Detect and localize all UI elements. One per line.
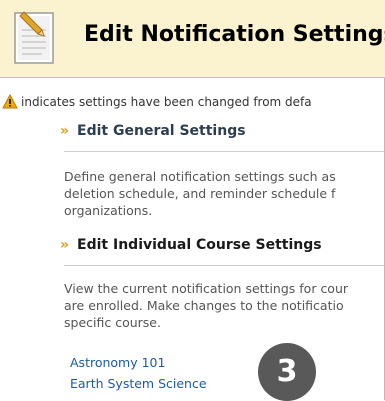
document-icon [14,11,54,64]
description-line: specific course. [64,315,161,330]
section-divider [64,151,385,152]
chevron-right-icon: » [60,123,70,139]
description-line: deletion schedule, and reminder schedule… [64,186,336,201]
course-link-astronomy-101[interactable]: Astronomy 101 [70,355,165,370]
general-settings-description: Define general notification settings suc… [64,168,385,219]
edit-general-settings-label: Edit General Settings [77,123,246,139]
individual-settings-description: View the current notification settings f… [64,280,385,331]
page-header: Edit Notification Settings [0,0,385,78]
course-link-earth-system-science[interactable]: Earth System Science [70,376,207,391]
edit-individual-course-settings-label: Edit Individual Course Settings [77,237,322,253]
step-number-badge: 3 [258,343,316,401]
edit-individual-course-settings-link[interactable]: » Edit Individual Course Settings [60,237,322,253]
page-title: Edit Notification Settings [84,22,385,47]
changed-settings-notice: indicates settings have been changed fro… [2,94,385,112]
description-line: are enrolled. Make changes to the notifi… [64,298,344,313]
description-line: organizations. [64,203,153,218]
section-divider [64,265,385,266]
warning-icon [2,94,18,109]
description-line: Define general notification settings suc… [64,169,336,184]
notice-text: indicates settings have been changed fro… [21,95,312,109]
edit-general-settings-link[interactable]: » Edit General Settings [60,123,246,139]
chevron-right-icon: » [60,237,70,253]
description-line: View the current notification settings f… [64,281,349,296]
